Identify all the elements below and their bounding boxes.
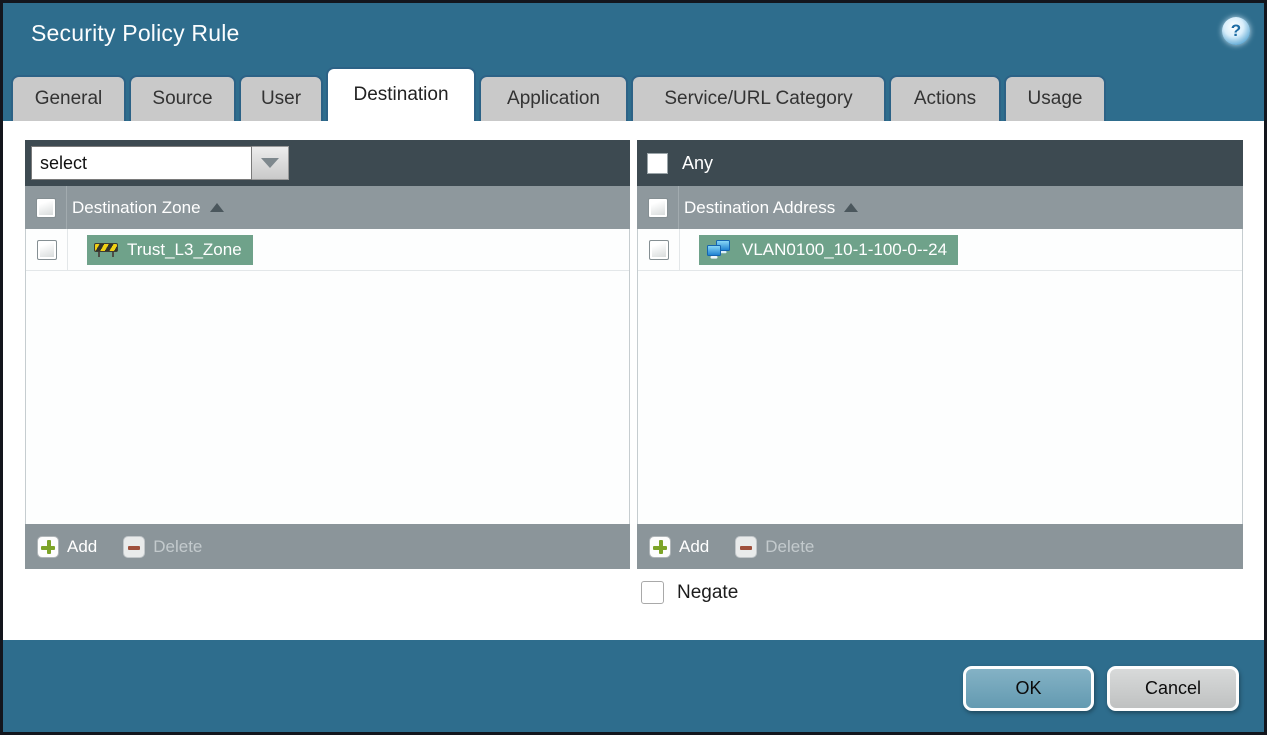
delete-label: Delete [153, 536, 203, 556]
column-divider [678, 186, 679, 229]
tab-actions[interactable]: Actions [889, 75, 1001, 121]
row-checkbox[interactable] [649, 239, 669, 260]
tab-destination[interactable]: Destination [326, 67, 476, 121]
any-toggle[interactable]: Any [647, 152, 714, 174]
tab-content-destination: Destination Zone Trust_L3_Zone Add [3, 121, 1264, 640]
tab-source[interactable]: Source [129, 75, 236, 121]
delete-icon [123, 535, 146, 558]
delete-zone-button[interactable]: Delete [123, 535, 203, 558]
row-checkbox[interactable] [37, 239, 57, 260]
zone-icon [94, 242, 118, 257]
any-checkbox[interactable] [647, 152, 668, 174]
add-label: Add [679, 536, 710, 556]
help-glyph: ? [1230, 21, 1242, 40]
add-address-button[interactable]: Add [649, 535, 710, 558]
security-policy-rule-dialog: Security Policy Rule ? General Source Us… [3, 3, 1264, 732]
tab-application[interactable]: Application [479, 75, 628, 121]
address-table-header: Destination Address [637, 186, 1243, 229]
any-label: Any [682, 152, 714, 173]
network-address-icon [707, 239, 730, 259]
tab-general[interactable]: General [11, 75, 126, 121]
add-zone-button[interactable]: Add [37, 535, 98, 558]
zone-item-label: Trust_L3_Zone [127, 239, 242, 259]
tab-bar: General Source User Destination Applicat… [11, 67, 1106, 121]
zone-select-dropdown-button[interactable] [252, 146, 289, 180]
zone-panel-toolbar [25, 140, 630, 186]
destination-zone-panel: Destination Zone Trust_L3_Zone Add [25, 140, 630, 569]
negate-toggle[interactable]: Negate [641, 581, 738, 604]
tab-user[interactable]: User [239, 75, 323, 121]
table-row: VLAN0100_10-1-100-0--24 [638, 229, 1242, 271]
zone-table-body: Trust_L3_Zone [25, 229, 630, 524]
table-row: Trust_L3_Zone [26, 229, 629, 271]
zone-table-header: Destination Zone [25, 186, 630, 229]
address-column-header: Destination Address [684, 197, 836, 217]
help-icon[interactable]: ? [1222, 17, 1250, 45]
zone-select-input[interactable] [31, 146, 252, 180]
add-icon [37, 535, 59, 558]
tab-usage[interactable]: Usage [1004, 75, 1106, 121]
chevron-down-icon [261, 158, 279, 168]
address-panel-footer: Add Delete [637, 524, 1243, 569]
address-select-all-checkbox[interactable] [648, 197, 668, 218]
sort-ascending-icon[interactable] [844, 203, 859, 212]
address-item[interactable]: VLAN0100_10-1-100-0--24 [699, 234, 959, 265]
address-panel-toolbar: Any [637, 140, 1243, 186]
cancel-button[interactable]: Cancel [1107, 666, 1239, 711]
address-item-label: VLAN0100_10-1-100-0--24 [742, 239, 948, 259]
zone-select-combo [31, 146, 289, 180]
tab-service-url-category[interactable]: Service/URL Category [631, 75, 886, 121]
delete-label: Delete [765, 536, 815, 556]
sort-ascending-icon[interactable] [209, 203, 224, 212]
address-table-body: VLAN0100_10-1-100-0--24 [637, 229, 1243, 524]
ok-button[interactable]: OK [963, 666, 1094, 711]
delete-icon [735, 535, 758, 558]
delete-address-button[interactable]: Delete [735, 535, 815, 558]
column-divider [66, 186, 67, 229]
dialog-title: Security Policy Rule [31, 20, 240, 46]
destination-address-panel: Any Destination Address VLAN0100_10-1-10… [637, 140, 1243, 569]
column-divider [67, 229, 68, 270]
negate-label: Negate [677, 581, 739, 603]
zone-panel-footer: Add Delete [25, 524, 630, 569]
add-icon [649, 535, 671, 558]
zone-item[interactable]: Trust_L3_Zone [87, 234, 253, 265]
negate-checkbox[interactable] [641, 581, 664, 604]
zone-select-all-checkbox[interactable] [36, 197, 56, 218]
zone-column-header: Destination Zone [72, 197, 201, 217]
column-divider [679, 229, 680, 270]
add-label: Add [67, 536, 98, 556]
